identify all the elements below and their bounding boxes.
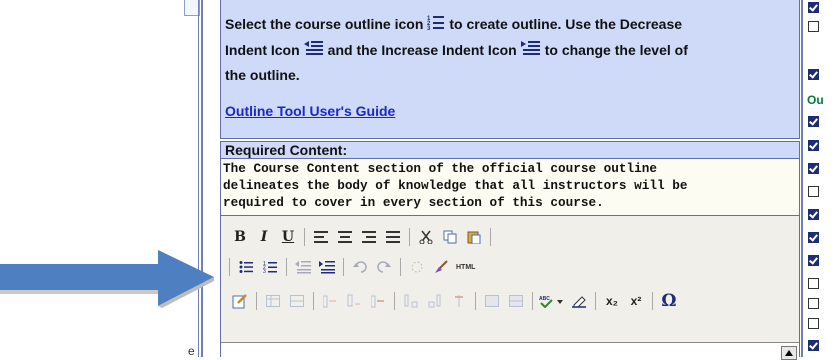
increase-indent-button[interactable] bbox=[316, 256, 338, 278]
required-content-header: Required Content: bbox=[220, 141, 800, 159]
split-cell-icon[interactable] bbox=[400, 290, 422, 312]
editor-toolbar: B I U 123 HTML ABC x₂ x² Ω bbox=[221, 216, 799, 342]
checkbox[interactable] bbox=[808, 278, 819, 289]
checkbox[interactable] bbox=[808, 186, 819, 197]
bold-button[interactable]: B bbox=[229, 226, 251, 248]
checkbox[interactable] bbox=[808, 69, 819, 80]
clean-format-icon[interactable] bbox=[406, 256, 428, 278]
decrease-indent-icon bbox=[303, 39, 324, 63]
checkbox[interactable] bbox=[808, 116, 819, 127]
italic-button[interactable]: I bbox=[253, 226, 275, 248]
row-props-icon[interactable] bbox=[505, 290, 527, 312]
eraser-icon[interactable] bbox=[568, 290, 590, 312]
checklist-panel: Ou bbox=[804, 0, 838, 357]
instruction-line2-b: and the Increase Indent Icon bbox=[327, 41, 517, 58]
copy-icon[interactable] bbox=[439, 226, 461, 248]
insert-row-icon[interactable] bbox=[319, 290, 341, 312]
cleanup-brush-icon[interactable] bbox=[430, 256, 452, 278]
instruction-line3: the outline. bbox=[225, 67, 300, 84]
underline-button[interactable]: U bbox=[277, 226, 299, 248]
instruction-line2-a: Indent Icon bbox=[225, 41, 300, 58]
table-icon[interactable] bbox=[262, 290, 284, 312]
checkbox[interactable] bbox=[808, 232, 819, 243]
align-center-icon[interactable] bbox=[334, 226, 356, 248]
checkbox[interactable] bbox=[808, 163, 819, 174]
insert-col-icon[interactable] bbox=[343, 290, 365, 312]
redo-icon[interactable] bbox=[373, 256, 395, 278]
rich-text-editor: B I U 123 HTML ABC x₂ x² Ω bbox=[220, 215, 800, 360]
undo-icon[interactable] bbox=[349, 256, 371, 278]
delete-row-icon[interactable] bbox=[367, 290, 389, 312]
required-content-text: The Course Content section of the offici… bbox=[220, 159, 800, 215]
instructions-box: Select the course outline icon 1 2 3 to crea… bbox=[220, 0, 800, 139]
required-line: required to cover in every section of th… bbox=[223, 195, 604, 210]
svg-text:ABC: ABC bbox=[539, 296, 550, 302]
subscript-button[interactable]: x₂ bbox=[601, 290, 623, 312]
checkbox[interactable] bbox=[808, 255, 819, 266]
instruction-line1-b: to create outline. Use the Decrease bbox=[449, 16, 683, 32]
left-panel-text: e bbox=[188, 344, 195, 358]
editor-text-area[interactable] bbox=[221, 342, 799, 359]
required-line: The Course Content section of the offici… bbox=[223, 161, 657, 176]
decrease-indent-button[interactable] bbox=[292, 256, 314, 278]
scroll-up-arrow[interactable] bbox=[781, 346, 797, 360]
svg-text:3: 3 bbox=[263, 269, 266, 274]
required-line: delineates the body of knowledge that al… bbox=[223, 178, 688, 193]
instruction-line2-c: to change the level of bbox=[544, 41, 688, 58]
spellcheck-icon[interactable]: ABC bbox=[538, 290, 566, 312]
table-props-icon[interactable] bbox=[286, 290, 308, 312]
pointer-arrow bbox=[0, 250, 214, 308]
checkbox[interactable] bbox=[808, 340, 819, 351]
superscript-button[interactable]: x² bbox=[625, 290, 647, 312]
align-right-icon[interactable] bbox=[358, 226, 380, 248]
divider bbox=[801, 0, 803, 357]
svg-text:3: 3 bbox=[427, 26, 431, 31]
paste-icon[interactable] bbox=[463, 226, 485, 248]
course-content-panel: Select the course outline icon 1 2 3 to crea… bbox=[220, 0, 800, 360]
checkbox[interactable] bbox=[808, 140, 819, 151]
checkbox[interactable] bbox=[808, 209, 819, 220]
edit-icon[interactable] bbox=[229, 290, 251, 312]
numbered-outline-icon[interactable]: 123 bbox=[259, 256, 281, 278]
outline-guide-link[interactable]: Outline Tool User's Guide bbox=[225, 103, 395, 119]
instruction-line1-a: Select the course outline icon bbox=[225, 16, 424, 32]
checkbox[interactable] bbox=[808, 298, 819, 309]
cut-icon[interactable] bbox=[415, 226, 437, 248]
merge-cell-icon[interactable] bbox=[424, 290, 446, 312]
checkbox[interactable] bbox=[808, 318, 819, 329]
special-character-button[interactable]: Ω bbox=[658, 290, 680, 312]
cell-props-icon[interactable] bbox=[481, 290, 503, 312]
increase-indent-icon bbox=[520, 39, 541, 63]
html-mode-button[interactable]: HTML bbox=[454, 256, 477, 278]
checkbox[interactable] bbox=[808, 2, 819, 13]
delete-col-icon[interactable] bbox=[448, 290, 470, 312]
outline-list-icon: 123 bbox=[427, 13, 445, 38]
right-panel-label: Ou bbox=[807, 93, 824, 107]
checkbox[interactable] bbox=[808, 21, 819, 32]
instructions-text: Select the course outline icon 1 2 3 to crea… bbox=[225, 12, 793, 87]
justify-icon[interactable] bbox=[382, 226, 404, 248]
align-left-icon[interactable] bbox=[310, 226, 332, 248]
bullet-list-icon[interactable] bbox=[235, 256, 257, 278]
